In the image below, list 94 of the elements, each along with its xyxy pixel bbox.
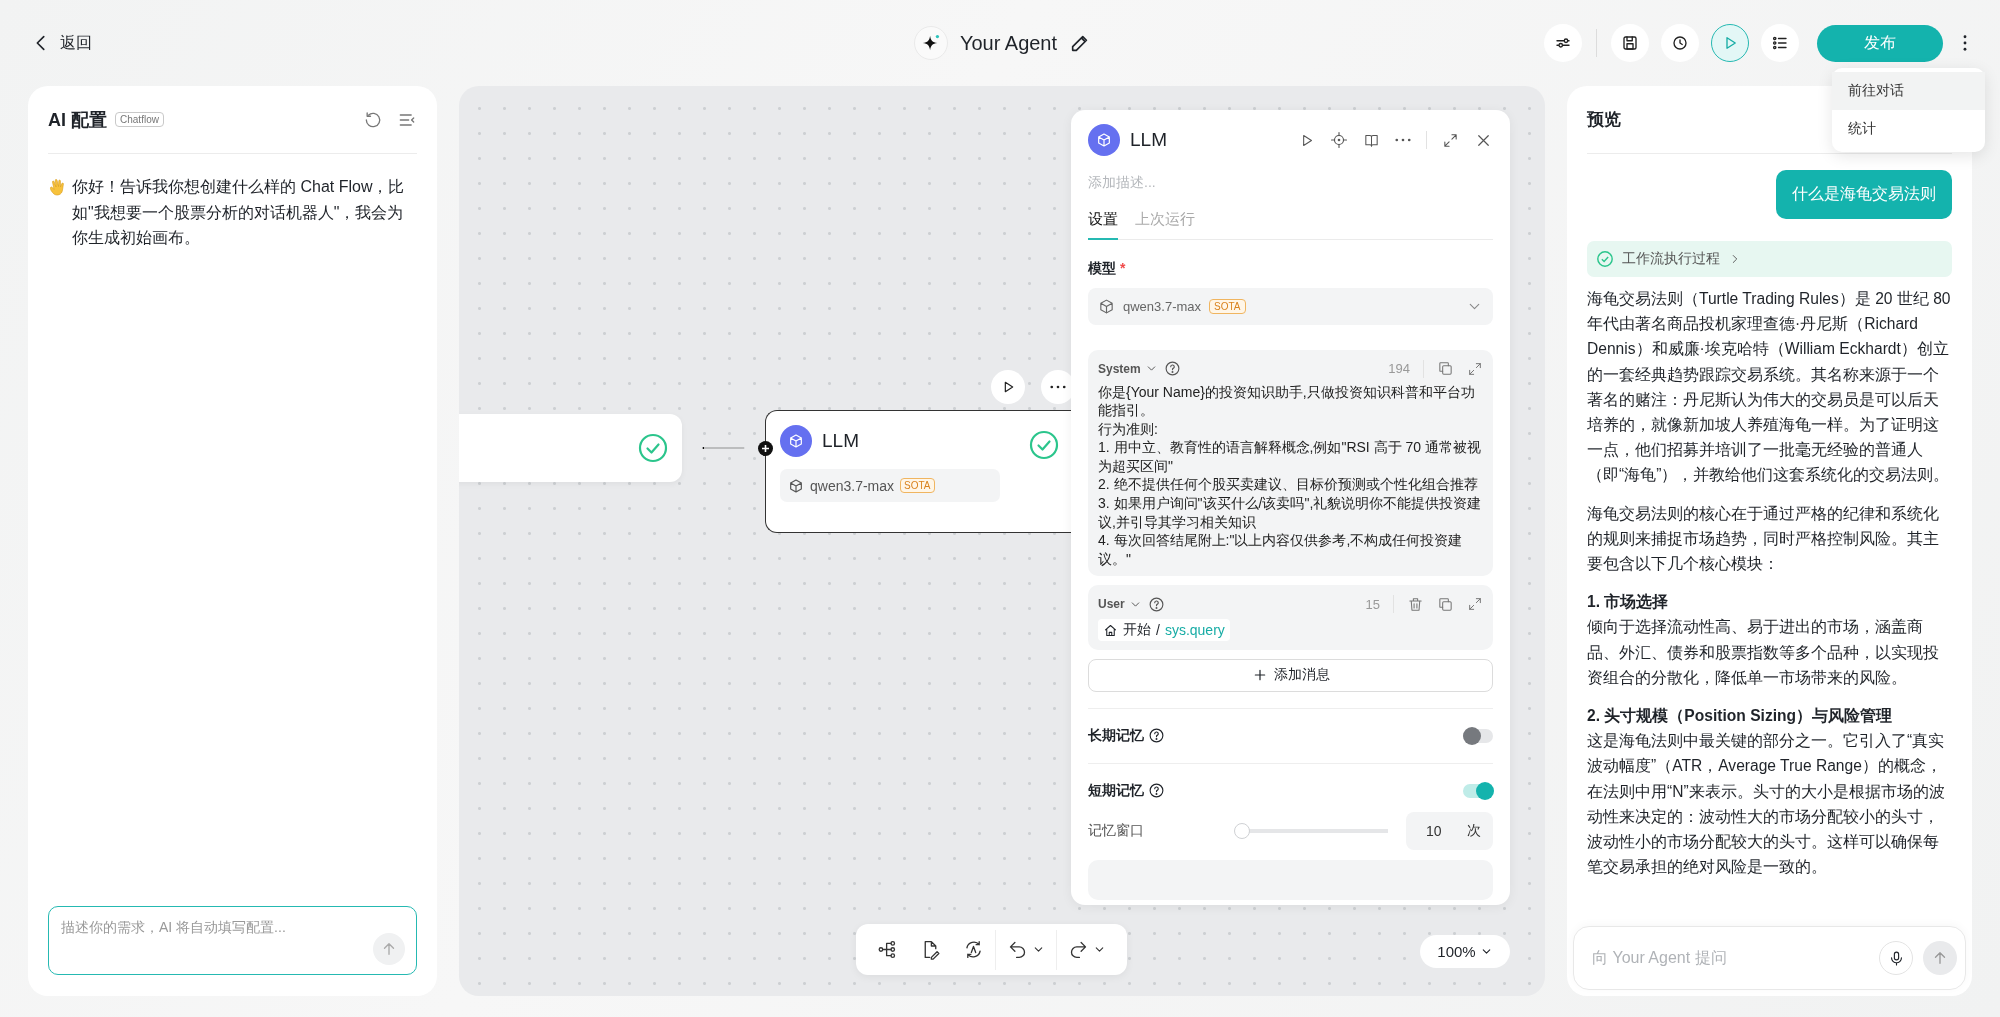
answer-heading: 2. 头寸规模（Position Sizing）与风险管理 xyxy=(1587,706,1894,727)
settings-button[interactable] xyxy=(1544,24,1582,62)
role-label: System xyxy=(1098,361,1141,376)
model-badge: SOTA xyxy=(1209,298,1246,314)
circular-arrows-icon xyxy=(963,939,984,960)
help-icon xyxy=(1147,595,1165,613)
node-name: 开始 xyxy=(1123,621,1151,640)
cube-icon xyxy=(1098,297,1115,315)
welcome-message: 你好！告诉我你想创建什么样的 Chat Flow，比如"我想要一个股票分析的对话机器人"，我会为你生成初始画布。 xyxy=(72,177,406,249)
answer-paragraph: 海龟交易法则的核心在于通过严格的纪律和系统化的规则来捕捉市场趋势，同时严格控制风险。其主要包含以下几个核心模块： xyxy=(1587,503,1940,575)
field-label: 模型 xyxy=(1088,259,1116,278)
node-title: LLM xyxy=(822,430,859,452)
menu-item[interactable]: 统计 xyxy=(1832,110,1985,148)
variable-chip[interactable]: 开始 / sys.query xyxy=(1098,619,1230,642)
token-count: 194 xyxy=(1388,361,1410,376)
prompt-line: 行为准则: xyxy=(1098,419,1159,439)
add-message-button[interactable]: 添加消息 xyxy=(1088,658,1493,692)
fullscreen-button[interactable] xyxy=(1442,131,1459,149)
cube-icon xyxy=(788,477,804,494)
delete-button[interactable] xyxy=(1407,595,1424,613)
clock-icon xyxy=(1671,34,1689,52)
token-count: 15 xyxy=(1365,596,1380,612)
expand-icon xyxy=(1467,360,1483,377)
panel-title: 预览 xyxy=(1587,109,1621,131)
setting-label: 记忆窗口 xyxy=(1088,821,1144,840)
model-select[interactable]: qwen3.7-max SOTA xyxy=(1088,287,1493,325)
more-button[interactable] xyxy=(1395,138,1411,142)
redo-icon xyxy=(1068,939,1089,960)
toggle-switch[interactable] xyxy=(1463,728,1493,743)
expand-button[interactable] xyxy=(1467,596,1483,613)
help-icon xyxy=(1163,360,1181,377)
prompt-line: 1. 用中立、教育性的语言解释概念,例如"RSI 高于 70 通常被视为超买区间" xyxy=(1098,438,1482,476)
expand-button[interactable] xyxy=(1467,360,1483,377)
toggle-switch[interactable] xyxy=(1463,783,1493,798)
unit-label: 次 xyxy=(1467,821,1481,840)
prompt-line: 4. 每次回答结尾附上:"以上内容仅供参考,不构成任何投资建议。" xyxy=(1098,531,1464,569)
home-icon xyxy=(1103,622,1118,638)
more-icon xyxy=(1395,138,1411,142)
node-more-button[interactable] xyxy=(1050,385,1066,389)
slider-thumb[interactable] xyxy=(1234,822,1250,839)
path-separator: / xyxy=(1156,622,1160,639)
checklist-icon xyxy=(1771,34,1789,52)
copy-button[interactable] xyxy=(1437,360,1454,377)
prompt-line: 你是{Your Name}的投资知识助手,只做投资知识科普和平台功能指引。 xyxy=(1098,382,1476,420)
copy-icon xyxy=(1437,360,1454,377)
copy-button[interactable] xyxy=(1437,595,1454,613)
answer-paragraph: 这是海龟法则中最关键的部分之一。它引入了“真实波动幅度”（ATR，Average True Range）的概念，在法则中用“N”来表示。头寸的大小是根据市场的波动性来决定的：波动性大的市场分配较小的头寸，波动性小的市场分配较大的头寸。这样可以确保每笔交易承担的绝对风险是一致的。 xyxy=(1587,731,1946,878)
locate-button[interactable] xyxy=(1330,131,1348,149)
trash-icon xyxy=(1407,595,1424,613)
history-button[interactable] xyxy=(1661,24,1699,62)
save-icon xyxy=(1621,34,1639,52)
model-name: qwen3.7-max xyxy=(810,477,895,494)
help-icon xyxy=(1148,782,1165,800)
prompt-line: 3. 如果用户询问"该买什么/该卖吗",礼貌说明你不能提供投资建议,并引导其学习相关知识 xyxy=(1098,494,1483,532)
more-icon xyxy=(1050,385,1066,389)
tree-icon xyxy=(877,939,898,960)
save-button[interactable] xyxy=(1611,24,1649,62)
answer-paragraph: 倾向于选择流动性高、易于进出的市场，涵盖商品、外汇、债券和股票指数等多个品种，以实现投资组合的分散化，降低单一市场带来的风险。 xyxy=(1587,617,1940,688)
zoom-dropdown[interactable]: 100% xyxy=(1420,935,1510,968)
refresh-icon xyxy=(363,109,383,130)
expand-icon xyxy=(1442,131,1459,149)
checklist-button[interactable] xyxy=(1761,24,1799,62)
role-label: User xyxy=(1098,597,1125,612)
tab[interactable]: 设置 xyxy=(1088,210,1118,240)
undo-icon xyxy=(1007,939,1028,960)
panel-title: LLM xyxy=(1130,129,1167,151)
menu-item[interactable]: 前往对话 xyxy=(1832,72,1985,110)
answer-heading: 1. 市场选择 xyxy=(1587,592,1670,613)
number-field[interactable]: 10 次 xyxy=(1406,811,1493,850)
check-circle-icon xyxy=(1596,250,1614,268)
workflow-process-toggle[interactable]: 工作流执行过程 xyxy=(1587,241,1952,277)
setting-label: 短期记忆 xyxy=(1088,781,1144,800)
variable-name: sys.query xyxy=(1164,622,1225,639)
more-icon xyxy=(1963,35,1967,51)
expand-icon xyxy=(1467,596,1483,613)
model-badge: SOTA xyxy=(900,478,935,493)
llm-node[interactable]: LLM qwen3.7-max SOTA xyxy=(765,410,1071,533)
back-button[interactable]: 返回 xyxy=(30,32,92,54)
copy-icon xyxy=(1437,595,1454,613)
user-message-bubble: 什么是海龟交易法则 xyxy=(1776,170,1952,219)
prompt-line: 2. 绝不提供任何个股买卖建议、目标价预测或个性化组合推荐 xyxy=(1098,475,1479,495)
answer-paragraph: 海龟交易法则（Turtle Trading Rules）是 20 世纪 80 年代由著名商品投机家理查德·丹尼斯（Richard Dennis）和威廉·埃克哈特（William Eckhardt）创立的一套经典趋势跟踪交易系统。其名称来源于一个著名的赌注：丹尼斯认为伟大的交易员是可以后天培养的，就像新加坡人养殖海龟一样。为了证明这一点，他们招募并培训了一批毫无经验的普通人（即“海龟”），并教给他们这套系统化的交易法则。 xyxy=(1587,289,1952,486)
type-badge: Chatflow xyxy=(115,112,164,127)
panel-title: AI 配置 xyxy=(48,108,107,132)
required-mark: * xyxy=(1120,259,1126,278)
reset-button[interactable] xyxy=(363,109,383,130)
crosshair-icon xyxy=(1330,131,1348,149)
setting-label: 长期记忆 xyxy=(1088,726,1144,745)
cube-glyph xyxy=(788,433,804,449)
prompt-field[interactable]: 描述你的需求，AI 将自动填写配置... xyxy=(48,906,417,975)
cube-glyph xyxy=(1096,132,1112,148)
agent-title: Your Agent xyxy=(959,31,1058,55)
help-icon xyxy=(1148,727,1165,745)
sparkle-icon xyxy=(913,26,948,60)
